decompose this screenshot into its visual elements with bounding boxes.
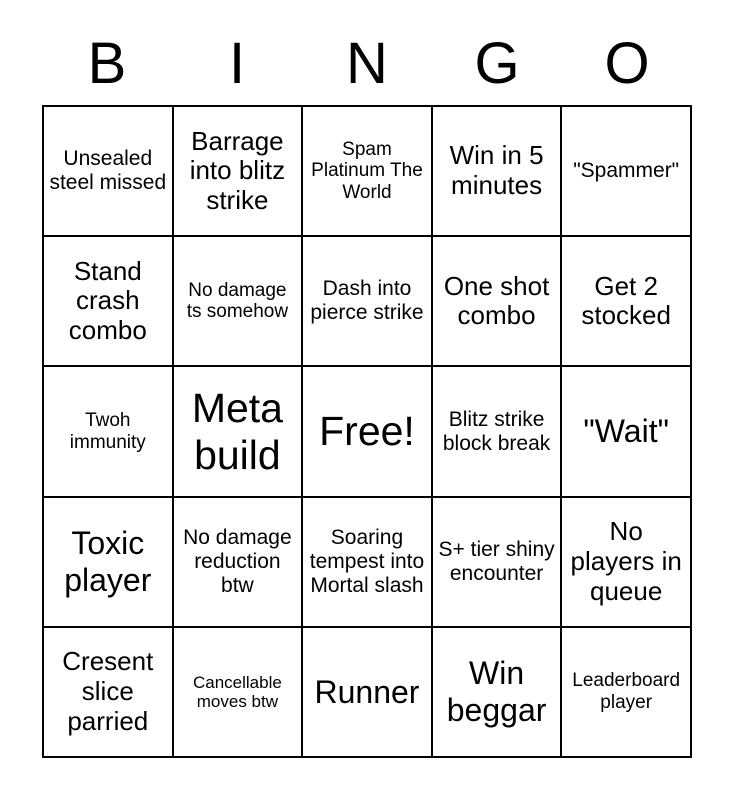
bingo-cell[interactable]: "Spammer" (562, 107, 692, 238)
bingo-cell[interactable]: Stand crash combo (44, 237, 174, 368)
bingo-cell-label: "Spammer" (573, 159, 680, 183)
bingo-cell[interactable]: Spam Platinum The World (303, 107, 433, 238)
bingo-cell-label: Soaring tempest into Mortal slash (309, 525, 425, 597)
bingo-cell[interactable]: Meta build (173, 367, 304, 498)
bingo-cell-label: "Wait" (583, 413, 669, 450)
bingo-header-letter-b: B (87, 30, 127, 96)
bingo-header-letter-i: I (228, 30, 246, 96)
bingo-row: Unsealed steel missed Barrage into blitz… (44, 107, 692, 238)
bingo-cell-label: Runner (314, 673, 420, 710)
bingo-cell-label: Free! (319, 408, 415, 455)
bingo-cell-label: Barrage into blitz strike (189, 125, 286, 215)
bingo-cell[interactable]: Runner (303, 627, 433, 759)
bingo-cell-label: Cresent slice parried (62, 646, 154, 736)
bingo-cell[interactable]: Twoh immunity (44, 367, 174, 498)
bingo-cell-label: One shot combo (443, 270, 550, 331)
bingo-header: B I N G O (42, 22, 692, 105)
bingo-cell-label: Dash into pierce strike (310, 277, 424, 325)
bingo-cell-label: Blitz strike block break (442, 407, 551, 455)
bingo-cell[interactable]: Soaring tempest into Mortal slash (303, 497, 433, 628)
bingo-cell[interactable]: "Wait" (562, 367, 692, 498)
bingo-cell-label: Toxic player (64, 525, 152, 598)
bingo-row: Twoh immunity Meta build Free! Blitz str… (44, 367, 692, 498)
bingo-cell[interactable]: No damage reduction btw (173, 497, 304, 628)
bingo-row: Toxic player No damage reduction btw Soa… (44, 497, 692, 628)
bingo-cell[interactable]: No damage ts somehow (173, 237, 304, 368)
bingo-cell-label: Spam Platinum The World (311, 138, 423, 203)
bingo-cell[interactable]: Dash into pierce strike (303, 237, 433, 368)
bingo-cell-label: Leaderboard player (572, 670, 681, 713)
bingo-card: B I N G O Unsealed steel missed Barrage … (0, 0, 736, 800)
bingo-cell[interactable]: Leaderboard player (562, 627, 692, 759)
bingo-cell[interactable]: Cresent slice parried (44, 627, 174, 759)
bingo-cell-label: Stand crash combo (68, 255, 147, 346)
bingo-cell-label: S+ tier shiny encounter (438, 537, 555, 585)
bingo-cell-free-space[interactable]: Free! (303, 367, 433, 498)
bingo-cell-label: Twoh immunity (69, 409, 146, 453)
bingo-header-letter-n: N (346, 30, 388, 96)
bingo-cell-label: No damage reduction btw (183, 525, 292, 597)
bingo-cell[interactable]: S+ tier shiny encounter (432, 497, 563, 628)
bingo-cell[interactable]: Win beggar (432, 627, 563, 759)
bingo-cell-label: Win beggar (446, 655, 547, 728)
bingo-cell-label: Get 2 stocked (581, 270, 671, 331)
bingo-cell-label: No damage ts somehow (186, 279, 289, 323)
bingo-cell[interactable]: One shot combo (432, 237, 563, 368)
bingo-cell[interactable]: Blitz strike block break (432, 367, 563, 498)
bingo-cell[interactable]: Toxic player (44, 497, 174, 628)
bingo-header-letter-g: G (474, 30, 520, 96)
bingo-cell[interactable]: Get 2 stocked (562, 237, 692, 368)
bingo-cell[interactable]: Win in 5 minutes (432, 107, 563, 238)
bingo-cell-label: Win in 5 minutes (449, 140, 544, 201)
bingo-header-letter-o: O (604, 30, 650, 96)
bingo-row: Stand crash combo No damage ts somehow D… (44, 237, 692, 368)
bingo-row: Cresent slice parried Cancellable moves … (44, 627, 692, 759)
bingo-cell-label: Cancellable moves btw (192, 672, 282, 711)
bingo-cell[interactable]: Unsealed steel missed (44, 107, 174, 238)
bingo-cell[interactable]: No players in queue (562, 497, 692, 628)
bingo-cell-label: Unsealed steel missed (49, 147, 167, 195)
bingo-cell-label: Meta build (191, 384, 283, 478)
bingo-grid: Unsealed steel missed Barrage into blitz… (42, 105, 692, 759)
bingo-cell[interactable]: Barrage into blitz strike (173, 107, 304, 238)
bingo-cell-label: No players in queue (570, 516, 682, 606)
bingo-cell[interactable]: Cancellable moves btw (173, 627, 304, 759)
